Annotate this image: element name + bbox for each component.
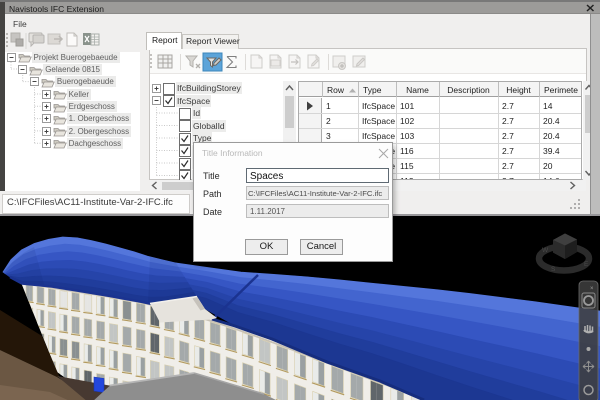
svg-text:W: W (542, 247, 549, 254)
svg-text:×: × (590, 286, 594, 292)
svg-text:S: S (551, 266, 556, 273)
svg-text:E: E (584, 261, 589, 268)
